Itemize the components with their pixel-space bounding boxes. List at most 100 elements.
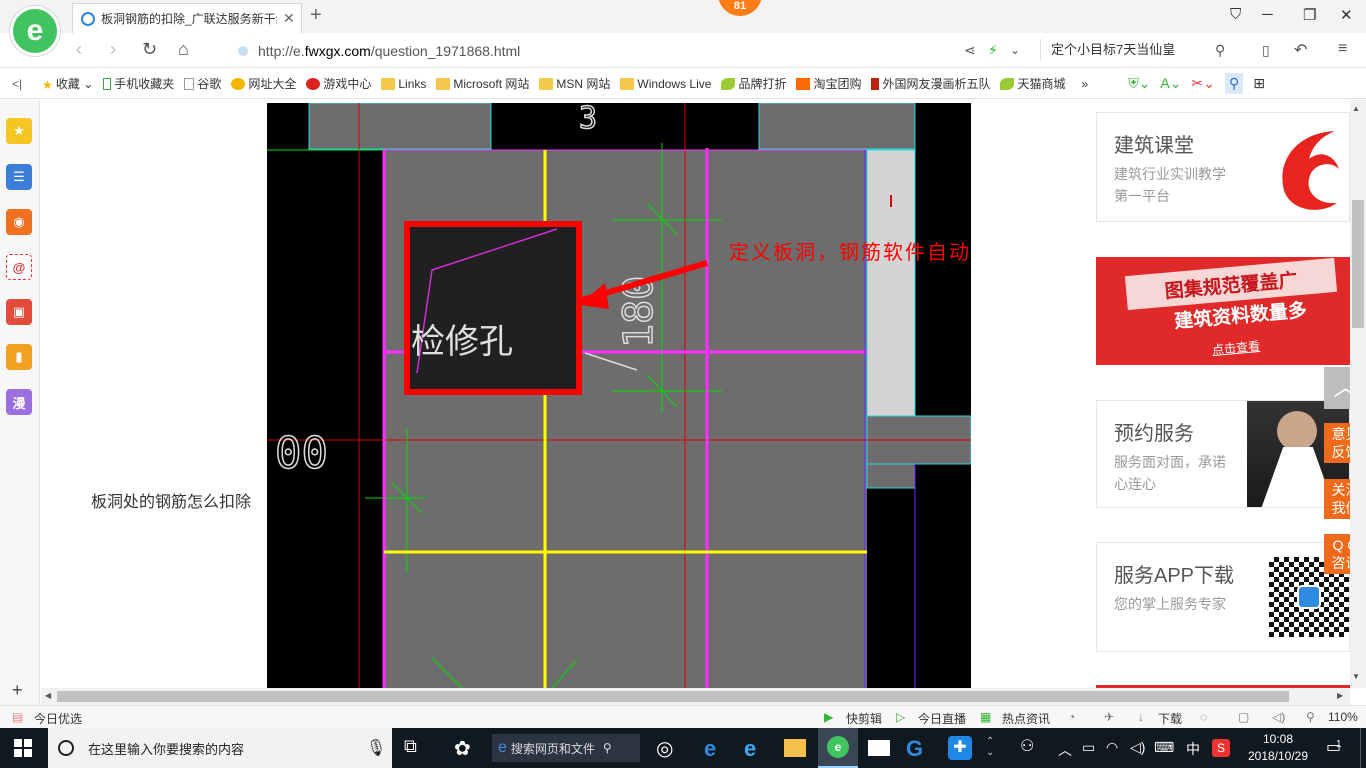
bookmark-tmall[interactable]: 天猫商城 <box>1000 75 1066 92</box>
hscroll-thumb[interactable] <box>57 691 1289 702</box>
browser-logo-icon[interactable]: e <box>10 6 60 56</box>
window-icon[interactable]: ▢ <box>1238 710 1249 724</box>
collapse-icon[interactable]: <| <box>12 77 22 91</box>
edge-icon[interactable]: e <box>704 736 728 761</box>
card-app-download[interactable]: 服务APP下载 您的掌上服务专家 <box>1096 542 1350 652</box>
internet-explorer-icon[interactable]: e <box>744 736 768 761</box>
bookmark-taobao[interactable]: 淘宝团购 <box>796 75 861 92</box>
cleanup-icon[interactable]: ◌ <box>1200 710 1207 724</box>
sogou-icon[interactable]: S <box>1212 739 1230 757</box>
bookmark-brand-discount[interactable]: 品牌打折 <box>721 75 786 92</box>
bookmark-google[interactable]: 谷歌 <box>184 75 221 92</box>
share-icon[interactable]: ⋖ <box>964 42 976 59</box>
browser-tab[interactable]: 板洞钢筋的扣除_广联达服务新干线 ✕ <box>72 3 302 33</box>
qq-consult-button[interactable]: Q Q 咨询 <box>1324 534 1350 574</box>
game-icon[interactable]: ▣ <box>6 299 32 325</box>
battery-icon[interactable]: ▭ <box>1082 739 1106 763</box>
bookmark-mobile[interactable]: 手机收藏夹 <box>103 75 174 92</box>
back-to-top-button[interactable]: ︿ <box>1324 367 1350 409</box>
browser-search-box[interactable]: e 搜索网页和文件 ⚲ <box>492 734 640 762</box>
active-browser-taskbar-item[interactable]: e <box>818 728 858 768</box>
start-windows-icon[interactable] <box>14 739 32 757</box>
scroll-up-icon[interactable]: ▲ <box>1352 104 1360 113</box>
volume-icon[interactable]: ◁) <box>1272 710 1285 724</box>
new-tab-button[interactable]: + <box>310 4 322 27</box>
translate-icon[interactable]: A⌄ <box>1160 75 1181 92</box>
follow-us-button[interactable]: 关注 我们 <box>1324 479 1350 519</box>
refresh-icon[interactable]: ↻ <box>142 39 157 60</box>
feedback-button[interactable]: 意见 反馈 <box>1324 423 1350 463</box>
today-live-link[interactable]: 今日直播 <box>918 710 966 727</box>
search-tool-icon[interactable]: ⚲ <box>1224 73 1244 94</box>
menu-icon[interactable]: ≡ <box>1338 40 1347 58</box>
lightning-icon[interactable]: ⚡ <box>988 42 998 59</box>
banner-cta[interactable]: 点击查看 <box>1211 337 1261 358</box>
card-banner[interactable]: 图集规范覆盖广 建筑资料数量多 点击查看 <box>1096 257 1350 365</box>
phone-icon[interactable]: ▯ <box>1262 42 1270 59</box>
speaker-icon[interactable]: ◁) <box>1130 739 1154 763</box>
file-explorer-icon[interactable] <box>784 739 806 757</box>
book-icon[interactable]: ▮ <box>6 344 32 370</box>
back-icon[interactable]: ‹ <box>76 39 82 60</box>
chevron-down-icon[interactable]: ⌄ <box>1010 43 1020 57</box>
search-input[interactable] <box>1040 39 1240 61</box>
keyboard-icon[interactable]: ⌨ <box>1154 739 1178 763</box>
bookmark-microsoft[interactable]: Microsoft 网站 <box>436 75 529 92</box>
apps-icon[interactable]: ⊞ <box>1253 75 1265 92</box>
skin-icon[interactable]: ⛉ <box>1230 6 1241 23</box>
vertical-scrollbar[interactable]: ▲ ▼ <box>1350 100 1366 688</box>
scroll-left-icon[interactable]: ◀ <box>45 691 51 700</box>
comic-icon[interactable]: 漫 <box>6 389 32 415</box>
plus-app-icon[interactable]: ✚ <box>948 736 972 760</box>
pinwheel-icon[interactable]: ✿ <box>454 736 478 760</box>
download-link[interactable]: 下载 <box>1158 710 1182 727</box>
hot-news-link[interactable]: 热点资讯 <box>1002 710 1050 727</box>
bookmark-windows-live[interactable]: Windows Live <box>620 77 711 91</box>
mail-app-icon[interactable] <box>868 740 890 756</box>
horizontal-scrollbar[interactable]: ◀ ▶ <box>41 688 1350 705</box>
star-icon[interactable]: ★ <box>6 118 32 144</box>
news-icon[interactable]: ☰ <box>6 164 32 190</box>
mail-icon[interactable]: @ <box>6 254 32 280</box>
scroll-right-icon[interactable]: ▶ <box>1337 691 1343 700</box>
quick-edit-link[interactable]: 快剪辑 <box>846 710 882 727</box>
task-view-icon[interactable]: ⧉ <box>404 736 428 760</box>
scrollbar-thumb[interactable] <box>1352 200 1364 328</box>
card-appointment[interactable]: 预约服务 服务面对面，承诺心连心 <box>1096 400 1350 508</box>
speed-icon[interactable]: ◔ <box>1068 710 1075 724</box>
clock[interactable]: 10:08 2018/10/29 <box>1244 731 1312 765</box>
url-field[interactable]: http://e.fwxgx.com/question_1971868.html <box>238 40 958 62</box>
tray-up-icon[interactable]: ︿ <box>1058 740 1082 764</box>
spiral-app-icon[interactable]: ◎ <box>656 736 680 760</box>
show-desktop-button[interactable] <box>1360 728 1366 768</box>
pin-icon[interactable]: ✈ <box>1104 710 1114 724</box>
notification-badge[interactable]: 81 <box>718 0 762 16</box>
bookmark-links[interactable]: Links <box>381 77 426 91</box>
bookmark-comic[interactable]: 外国网友漫画析五队 <box>871 75 990 92</box>
restore-button[interactable]: ❐ <box>1303 6 1316 24</box>
people-icon[interactable]: ⚇ <box>1020 736 1044 760</box>
today-picks-link[interactable]: 今日优选 <box>34 710 82 727</box>
more-bookmarks-button[interactable]: » <box>1082 77 1089 91</box>
taskbar-overflow-icon[interactable]: ⌃ ⌄ <box>986 736 1010 760</box>
close-window-button[interactable]: ✕ <box>1340 6 1353 24</box>
zoom-icon[interactable]: ⚲ <box>1306 710 1315 724</box>
zoom-level[interactable]: 110% <box>1328 710 1358 724</box>
shield-icon[interactable]: ⛨⌄ <box>1128 75 1150 92</box>
scissors-icon[interactable]: ✂⌄ <box>1192 75 1215 92</box>
search-icon[interactable]: ⚲ <box>1215 42 1225 59</box>
tab-close-icon[interactable]: ✕ <box>283 10 295 27</box>
microphone-icon[interactable]: 🎙︎ <box>366 738 386 758</box>
scroll-down-icon[interactable]: ▼ <box>1352 672 1360 681</box>
forward-icon[interactable]: › <box>110 39 116 60</box>
add-sidebar-button[interactable]: + <box>12 680 23 701</box>
minimize-button[interactable]: ─ <box>1262 6 1273 23</box>
ime-indicator[interactable]: 中 <box>1186 739 1210 763</box>
bookmark-msn[interactable]: MSN 网站 <box>539 75 610 92</box>
home-icon[interactable]: ⌂ <box>178 39 189 60</box>
taskbar-search-box[interactable]: 在这里输入你要搜索的内容 🎙︎ <box>48 728 392 768</box>
bookmark-favorites[interactable]: ★ 收藏 ⌄ <box>42 75 93 92</box>
weibo-icon[interactable]: ◉ <box>6 209 32 235</box>
wifi-icon[interactable]: ◠ <box>1106 739 1130 763</box>
undo-icon[interactable]: ↶ <box>1294 40 1307 60</box>
